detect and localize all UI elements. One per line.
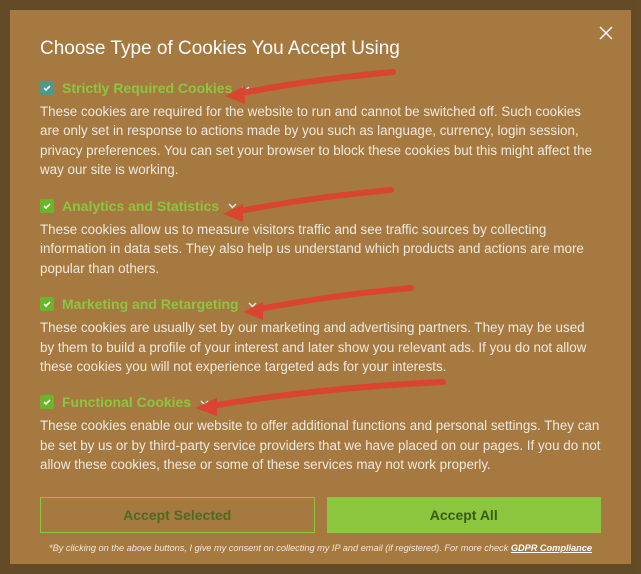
checkbox-icon[interactable]	[40, 395, 54, 409]
section-label: Functional Cookies	[62, 394, 191, 410]
checkbox-icon[interactable]	[40, 199, 54, 213]
chevron-down-icon	[199, 397, 210, 408]
checkbox-icon[interactable]	[40, 297, 54, 311]
cookie-section-strictly-required: Strictly Required Cookies These cookies …	[40, 80, 601, 180]
cookie-section-analytics: Analytics and Statistics These cookies a…	[40, 198, 601, 278]
section-header[interactable]: Functional Cookies	[40, 394, 601, 410]
section-label: Marketing and Retargeting	[62, 296, 239, 312]
accept-selected-button[interactable]: Accept Selected	[40, 497, 315, 533]
modal-title: Choose Type of Cookies You Accept Using	[40, 38, 601, 60]
button-row: Accept Selected Accept All	[40, 497, 601, 533]
section-header[interactable]: Analytics and Statistics	[40, 198, 601, 214]
section-label: Analytics and Statistics	[62, 198, 219, 214]
accept-all-button[interactable]: Accept All	[327, 497, 602, 533]
checkbox-icon[interactable]	[40, 81, 54, 95]
cookie-section-functional: Functional Cookies These cookies enable …	[40, 394, 601, 474]
footer-text: *By clicking on the above buttons, I giv…	[49, 543, 511, 553]
section-header[interactable]: Marketing and Retargeting	[40, 296, 601, 312]
gdpr-link[interactable]: GDPR Compliance	[511, 543, 592, 553]
section-description: These cookies are required for the websi…	[40, 102, 601, 180]
section-description: These cookies are usually set by our mar…	[40, 318, 601, 376]
section-description: These cookies enable our website to offe…	[40, 416, 601, 474]
chevron-down-icon	[240, 83, 251, 94]
section-header[interactable]: Strictly Required Cookies	[40, 80, 601, 96]
cookie-modal: Choose Type of Cookies You Accept Using …	[10, 10, 631, 564]
cookie-section-marketing: Marketing and Retargeting These cookies …	[40, 296, 601, 376]
chevron-down-icon	[227, 200, 238, 211]
section-description: These cookies allow us to measure visito…	[40, 220, 601, 278]
footer-disclaimer: *By clicking on the above buttons, I giv…	[40, 543, 601, 553]
chevron-down-icon	[247, 299, 258, 310]
section-label: Strictly Required Cookies	[62, 80, 232, 96]
close-icon[interactable]	[599, 26, 613, 40]
